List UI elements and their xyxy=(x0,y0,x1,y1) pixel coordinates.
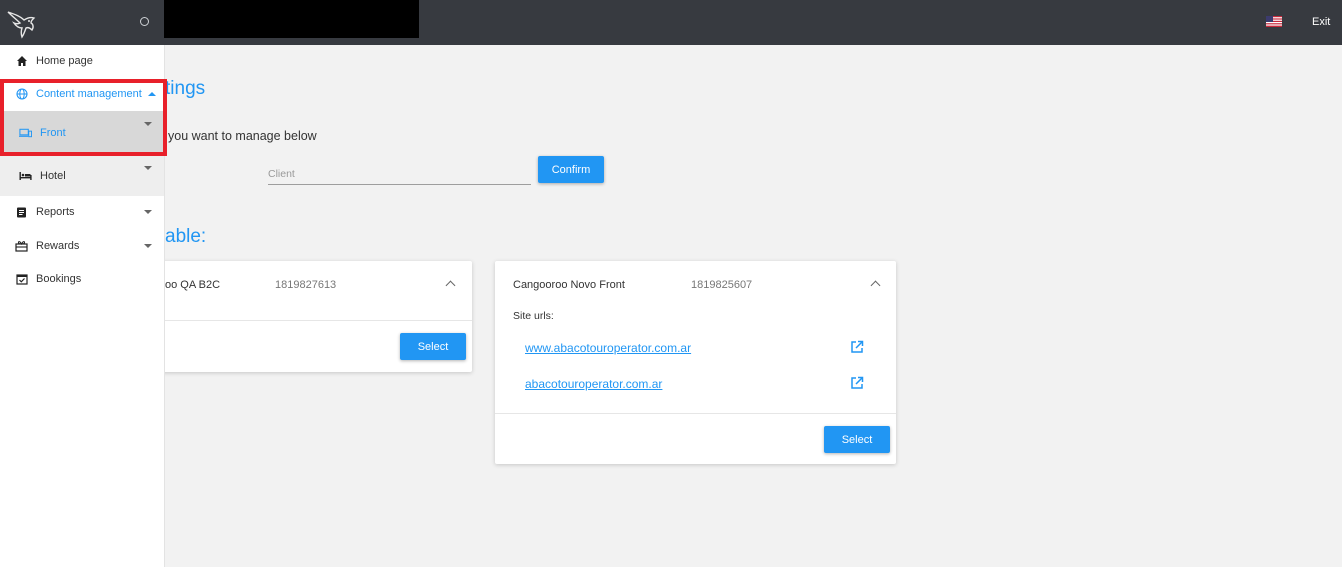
site-url-link[interactable]: abacotouroperator.com.ar xyxy=(525,377,662,391)
client-input[interactable] xyxy=(268,163,531,185)
top-bar: Exit xyxy=(0,0,1342,45)
sidebar-item-label: Bookings xyxy=(36,273,82,285)
sidebar-item-bookings[interactable]: Bookings xyxy=(0,269,164,289)
chevron-down-icon xyxy=(144,122,152,126)
chevron-up-icon[interactable] xyxy=(870,280,881,291)
bed-icon xyxy=(19,169,32,182)
home-icon xyxy=(15,55,28,68)
sidebar: Home page Content management Front Hotel… xyxy=(0,45,165,567)
instruction-text: you want to manage below xyxy=(168,129,317,143)
card-client-name: oo QA B2C xyxy=(165,279,221,291)
card-client-code: 1819827613 xyxy=(275,279,337,291)
sidebar-item-label: Reports xyxy=(36,206,75,218)
sidebar-item-reports[interactable]: Reports xyxy=(0,202,164,222)
sidebar-item-label: Home page xyxy=(36,55,93,67)
card-client-code: 1819825607 xyxy=(691,279,753,291)
sidebar-item-label: Rewards xyxy=(36,240,80,252)
confirm-button[interactable]: Confirm xyxy=(538,156,604,183)
sidebar-toggle-icon[interactable] xyxy=(140,17,149,26)
sidebar-item-front[interactable]: Front xyxy=(0,111,164,155)
sidebar-item-hotel[interactable]: Hotel xyxy=(0,155,164,196)
kangaroo-logo-icon[interactable] xyxy=(4,6,40,40)
chevron-up-icon[interactable] xyxy=(445,280,456,291)
globe-icon xyxy=(15,88,28,101)
sidebar-item-home[interactable]: Home page xyxy=(0,51,164,71)
page-title: tings xyxy=(165,78,206,99)
sidebar-item-rewards[interactable]: Rewards xyxy=(0,236,164,256)
external-link-icon[interactable] xyxy=(850,376,864,390)
select-button[interactable]: Select xyxy=(400,333,466,360)
devices-icon xyxy=(19,127,32,140)
us-flag-icon[interactable] xyxy=(1266,16,1282,27)
chevron-down-icon xyxy=(144,166,152,170)
external-link-icon[interactable] xyxy=(850,340,864,354)
sidebar-item-label: Front xyxy=(40,127,66,139)
redacted-area xyxy=(164,0,419,38)
chevron-down-icon xyxy=(144,244,152,248)
exit-button[interactable]: Exit xyxy=(1312,16,1330,28)
clipboard-icon xyxy=(15,206,28,219)
calendar-check-icon xyxy=(15,273,28,286)
chevron-down-icon xyxy=(144,210,152,214)
sidebar-item-content-management[interactable]: Content management xyxy=(0,84,164,104)
card-divider xyxy=(495,413,896,414)
site-urls-label: Site urls: xyxy=(513,310,554,322)
sidebar-item-label: Content management xyxy=(36,88,142,100)
section-title: able: xyxy=(165,226,207,247)
card-divider xyxy=(120,320,472,321)
site-url-link[interactable]: www.abacotouroperator.com.ar xyxy=(525,341,691,355)
sidebar-item-label: Hotel xyxy=(40,169,66,182)
select-button[interactable]: Select xyxy=(824,426,890,453)
gift-icon xyxy=(15,240,28,253)
client-card: oo QA B2C 1819827613 Select xyxy=(120,261,472,372)
card-client-name: Cangooroo Novo Front xyxy=(513,279,625,291)
chevron-up-icon xyxy=(147,92,156,96)
client-card: Cangooroo Novo Front 1819825607 Site url… xyxy=(495,261,896,464)
